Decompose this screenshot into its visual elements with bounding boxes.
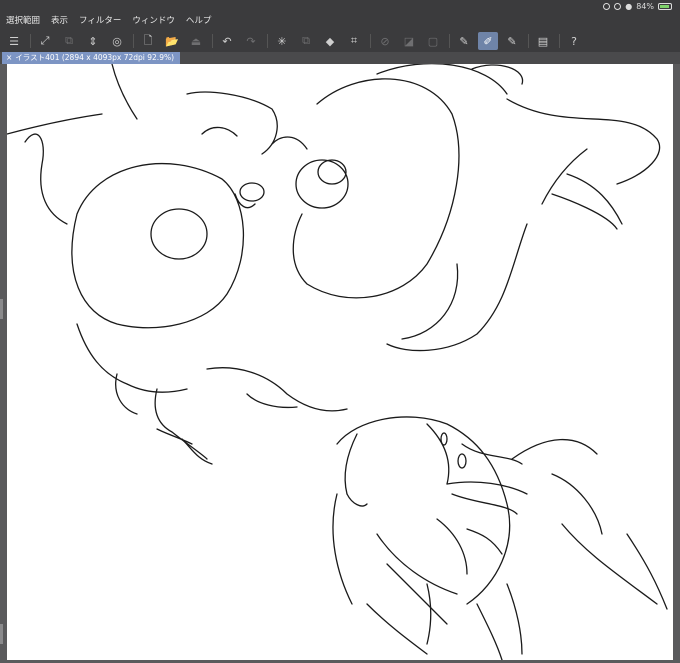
menu-items: 選択範囲 表示 フィルター ウィンドウ ヘルプ bbox=[6, 14, 222, 26]
sketch-stroke bbox=[154, 388, 208, 460]
sketch-stroke bbox=[461, 443, 523, 465]
menu-item-window[interactable]: ウィンドウ bbox=[132, 14, 175, 26]
toolbar-divider bbox=[370, 34, 371, 48]
side-panel-handle[interactable] bbox=[0, 299, 3, 319]
sketch-stroke bbox=[295, 159, 349, 209]
link-icon bbox=[603, 3, 611, 10]
sketch-stroke bbox=[541, 148, 588, 205]
sketch-stroke bbox=[71, 162, 244, 329]
sketch-stroke bbox=[446, 481, 528, 495]
menu-item-filter[interactable]: フィルター bbox=[79, 14, 121, 26]
sketch-stroke bbox=[436, 518, 468, 575]
sketch-stroke bbox=[426, 583, 432, 645]
color-icon[interactable]: ◎ bbox=[107, 32, 127, 50]
redo-icon[interactable]: ↷ bbox=[241, 32, 261, 50]
sketch-stroke bbox=[551, 193, 618, 230]
undo-icon[interactable]: ↶ bbox=[217, 32, 237, 50]
focus-icon bbox=[614, 3, 622, 10]
sketch-stroke bbox=[506, 98, 661, 185]
menu-item-view[interactable]: 表示 bbox=[51, 14, 68, 26]
sketch-stroke bbox=[457, 453, 467, 469]
sketch-stroke bbox=[150, 208, 208, 260]
battery-percent: 84% bbox=[636, 2, 654, 11]
toolbar-divider bbox=[30, 34, 31, 48]
sketch-stroke bbox=[24, 133, 68, 225]
sketch-stroke bbox=[206, 367, 348, 412]
sketch-stroke bbox=[336, 416, 511, 605]
new-file-icon[interactable]: 🗋 bbox=[138, 32, 158, 50]
drawing-canvas[interactable] bbox=[7, 64, 673, 660]
layer-mask-icon[interactable]: ◪ bbox=[399, 32, 419, 50]
sketch-stroke bbox=[440, 432, 448, 446]
toolbar-divider bbox=[267, 34, 268, 48]
select-all-icon[interactable]: ▢ bbox=[423, 32, 443, 50]
toolbar-divider bbox=[133, 34, 134, 48]
battery-icon bbox=[658, 3, 672, 10]
document-tab[interactable]: × イラスト401 (2894 x 4093px 72dpi 92.9%) bbox=[2, 52, 181, 64]
menu-item-help[interactable]: ヘルプ bbox=[186, 14, 212, 26]
sketch-stroke bbox=[76, 323, 188, 393]
fill-icon[interactable]: ◆ bbox=[320, 32, 340, 50]
copy-icon[interactable]: ⧉ bbox=[296, 32, 316, 50]
sketch-stroke bbox=[376, 533, 458, 595]
sketch-stroke bbox=[346, 493, 368, 507]
close-icon[interactable]: × bbox=[6, 53, 12, 62]
loading-icon[interactable]: ✳ bbox=[272, 32, 292, 50]
select-off-icon[interactable]: ⊘ bbox=[375, 32, 395, 50]
menu-item-selection[interactable]: 選択範囲 bbox=[6, 14, 40, 26]
help-icon[interactable]: ? bbox=[564, 32, 584, 50]
system-status: ● 84% bbox=[603, 2, 672, 11]
sketch-stroke bbox=[7, 113, 103, 135]
sketch-stroke bbox=[156, 428, 193, 445]
sketch-stroke bbox=[626, 533, 668, 610]
sketch-stroke bbox=[111, 64, 138, 120]
person-icon: ● bbox=[625, 2, 633, 11]
sketch-stroke bbox=[201, 126, 238, 137]
brush-tool-icon[interactable]: ✐ bbox=[478, 32, 498, 50]
sketch-stroke bbox=[271, 136, 308, 150]
toolbar-divider bbox=[559, 34, 560, 48]
sketch-stroke bbox=[292, 78, 460, 299]
sketch-stroke bbox=[551, 473, 603, 535]
eraser-tool-icon[interactable]: ✎ bbox=[502, 32, 522, 50]
sketch-stroke bbox=[401, 263, 459, 340]
expand-canvas-icon[interactable]: ⤢ bbox=[35, 32, 55, 50]
sketch-stroke bbox=[366, 603, 428, 655]
sketch-stroke bbox=[317, 159, 347, 185]
arrow-updown-icon[interactable]: ⇕ bbox=[83, 32, 103, 50]
document-tab-bar: × イラスト401 (2894 x 4093px 72dpi 92.9%) bbox=[0, 52, 680, 64]
sketch-stroke bbox=[386, 563, 448, 625]
device-icon[interactable]: ▤ bbox=[533, 32, 553, 50]
document-tab-label: イラスト401 (2894 x 4093px 72dpi 92.9%) bbox=[15, 53, 175, 62]
save-icon[interactable]: ⏏ bbox=[186, 32, 206, 50]
side-panel-handle[interactable] bbox=[0, 624, 3, 644]
command-bar: ☰ ⤢ ⧉ ⇕ ◎ 🗋 📂 ⏏ ↶ ↷ ✳ ⧉ ◆ ⌗ ⊘ ◪ ▢ ✎ ✐ ✎ … bbox=[0, 30, 680, 52]
sketch-stroke bbox=[344, 433, 358, 495]
sketch-stroke bbox=[466, 528, 503, 555]
sketch-stroke bbox=[506, 583, 523, 655]
menu-bar: 選択範囲 表示 フィルター ウィンドウ ヘルプ ● 84% bbox=[0, 0, 680, 30]
sketch-stroke bbox=[561, 523, 658, 605]
sketch-stroke bbox=[476, 603, 503, 660]
sketch-stroke bbox=[239, 182, 265, 202]
sketch-lineart bbox=[7, 64, 668, 660]
sketch-stroke bbox=[471, 64, 524, 85]
toolbar-divider bbox=[528, 34, 529, 48]
pen-tool-icon[interactable]: ✎ bbox=[454, 32, 474, 50]
sketch-stroke bbox=[332, 493, 353, 605]
toolbar-divider bbox=[212, 34, 213, 48]
open-folder-icon[interactable]: 📂 bbox=[162, 32, 182, 50]
sketch-stroke bbox=[511, 438, 598, 460]
sketch-stroke bbox=[566, 173, 623, 225]
toolbar-divider bbox=[449, 34, 450, 48]
transform-icon[interactable]: ⌗ bbox=[344, 32, 364, 50]
menu-icon[interactable]: ☰ bbox=[4, 32, 24, 50]
sketch-stroke bbox=[186, 91, 278, 155]
layer-property-icon[interactable]: ⧉ bbox=[59, 32, 79, 50]
canvas-area bbox=[0, 64, 680, 663]
